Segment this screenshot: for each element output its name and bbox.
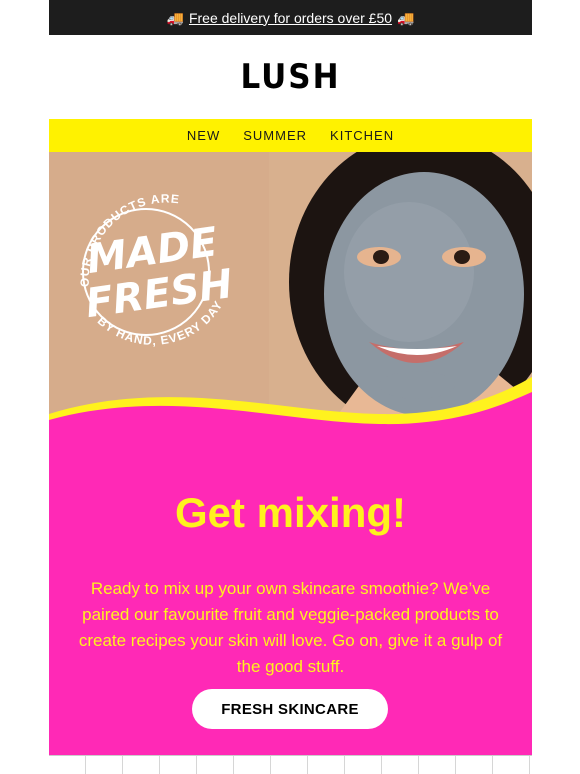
category-nav: NEW SUMMER KITCHEN (49, 119, 532, 152)
email-container: 🚚 Free delivery for orders over £50 🚚 LU… (49, 0, 532, 774)
content-section: Get mixing! Ready to mix up your own ski… (49, 427, 532, 755)
promo-bar: 🚚 Free delivery for orders over £50 🚚 (49, 0, 532, 35)
headline: Get mixing! (174, 489, 407, 536)
free-delivery-link[interactable]: Free delivery for orders over £50 (189, 10, 392, 26)
model-face (324, 172, 524, 416)
header: LUSH (49, 35, 532, 119)
brand-logo[interactable]: LUSH (240, 58, 340, 97)
hero-image[interactable]: OUR PRODUCTS ARE BY HAND, EVERY DAY MADE… (49, 152, 532, 427)
nav-item-new[interactable]: NEW (187, 128, 220, 143)
fresh-skincare-button[interactable]: FRESH SKINCARE (192, 689, 388, 729)
delivery-truck-icon: 🚚 (166, 9, 184, 26)
delivery-truck-icon: 🚚 (397, 9, 415, 26)
nav-item-kitchen[interactable]: KITCHEN (330, 128, 394, 143)
footer-image-strip (49, 755, 532, 774)
nav-item-summer[interactable]: SUMMER (243, 128, 307, 143)
body-text: Ready to mix up your own skincare smooth… (78, 579, 503, 676)
